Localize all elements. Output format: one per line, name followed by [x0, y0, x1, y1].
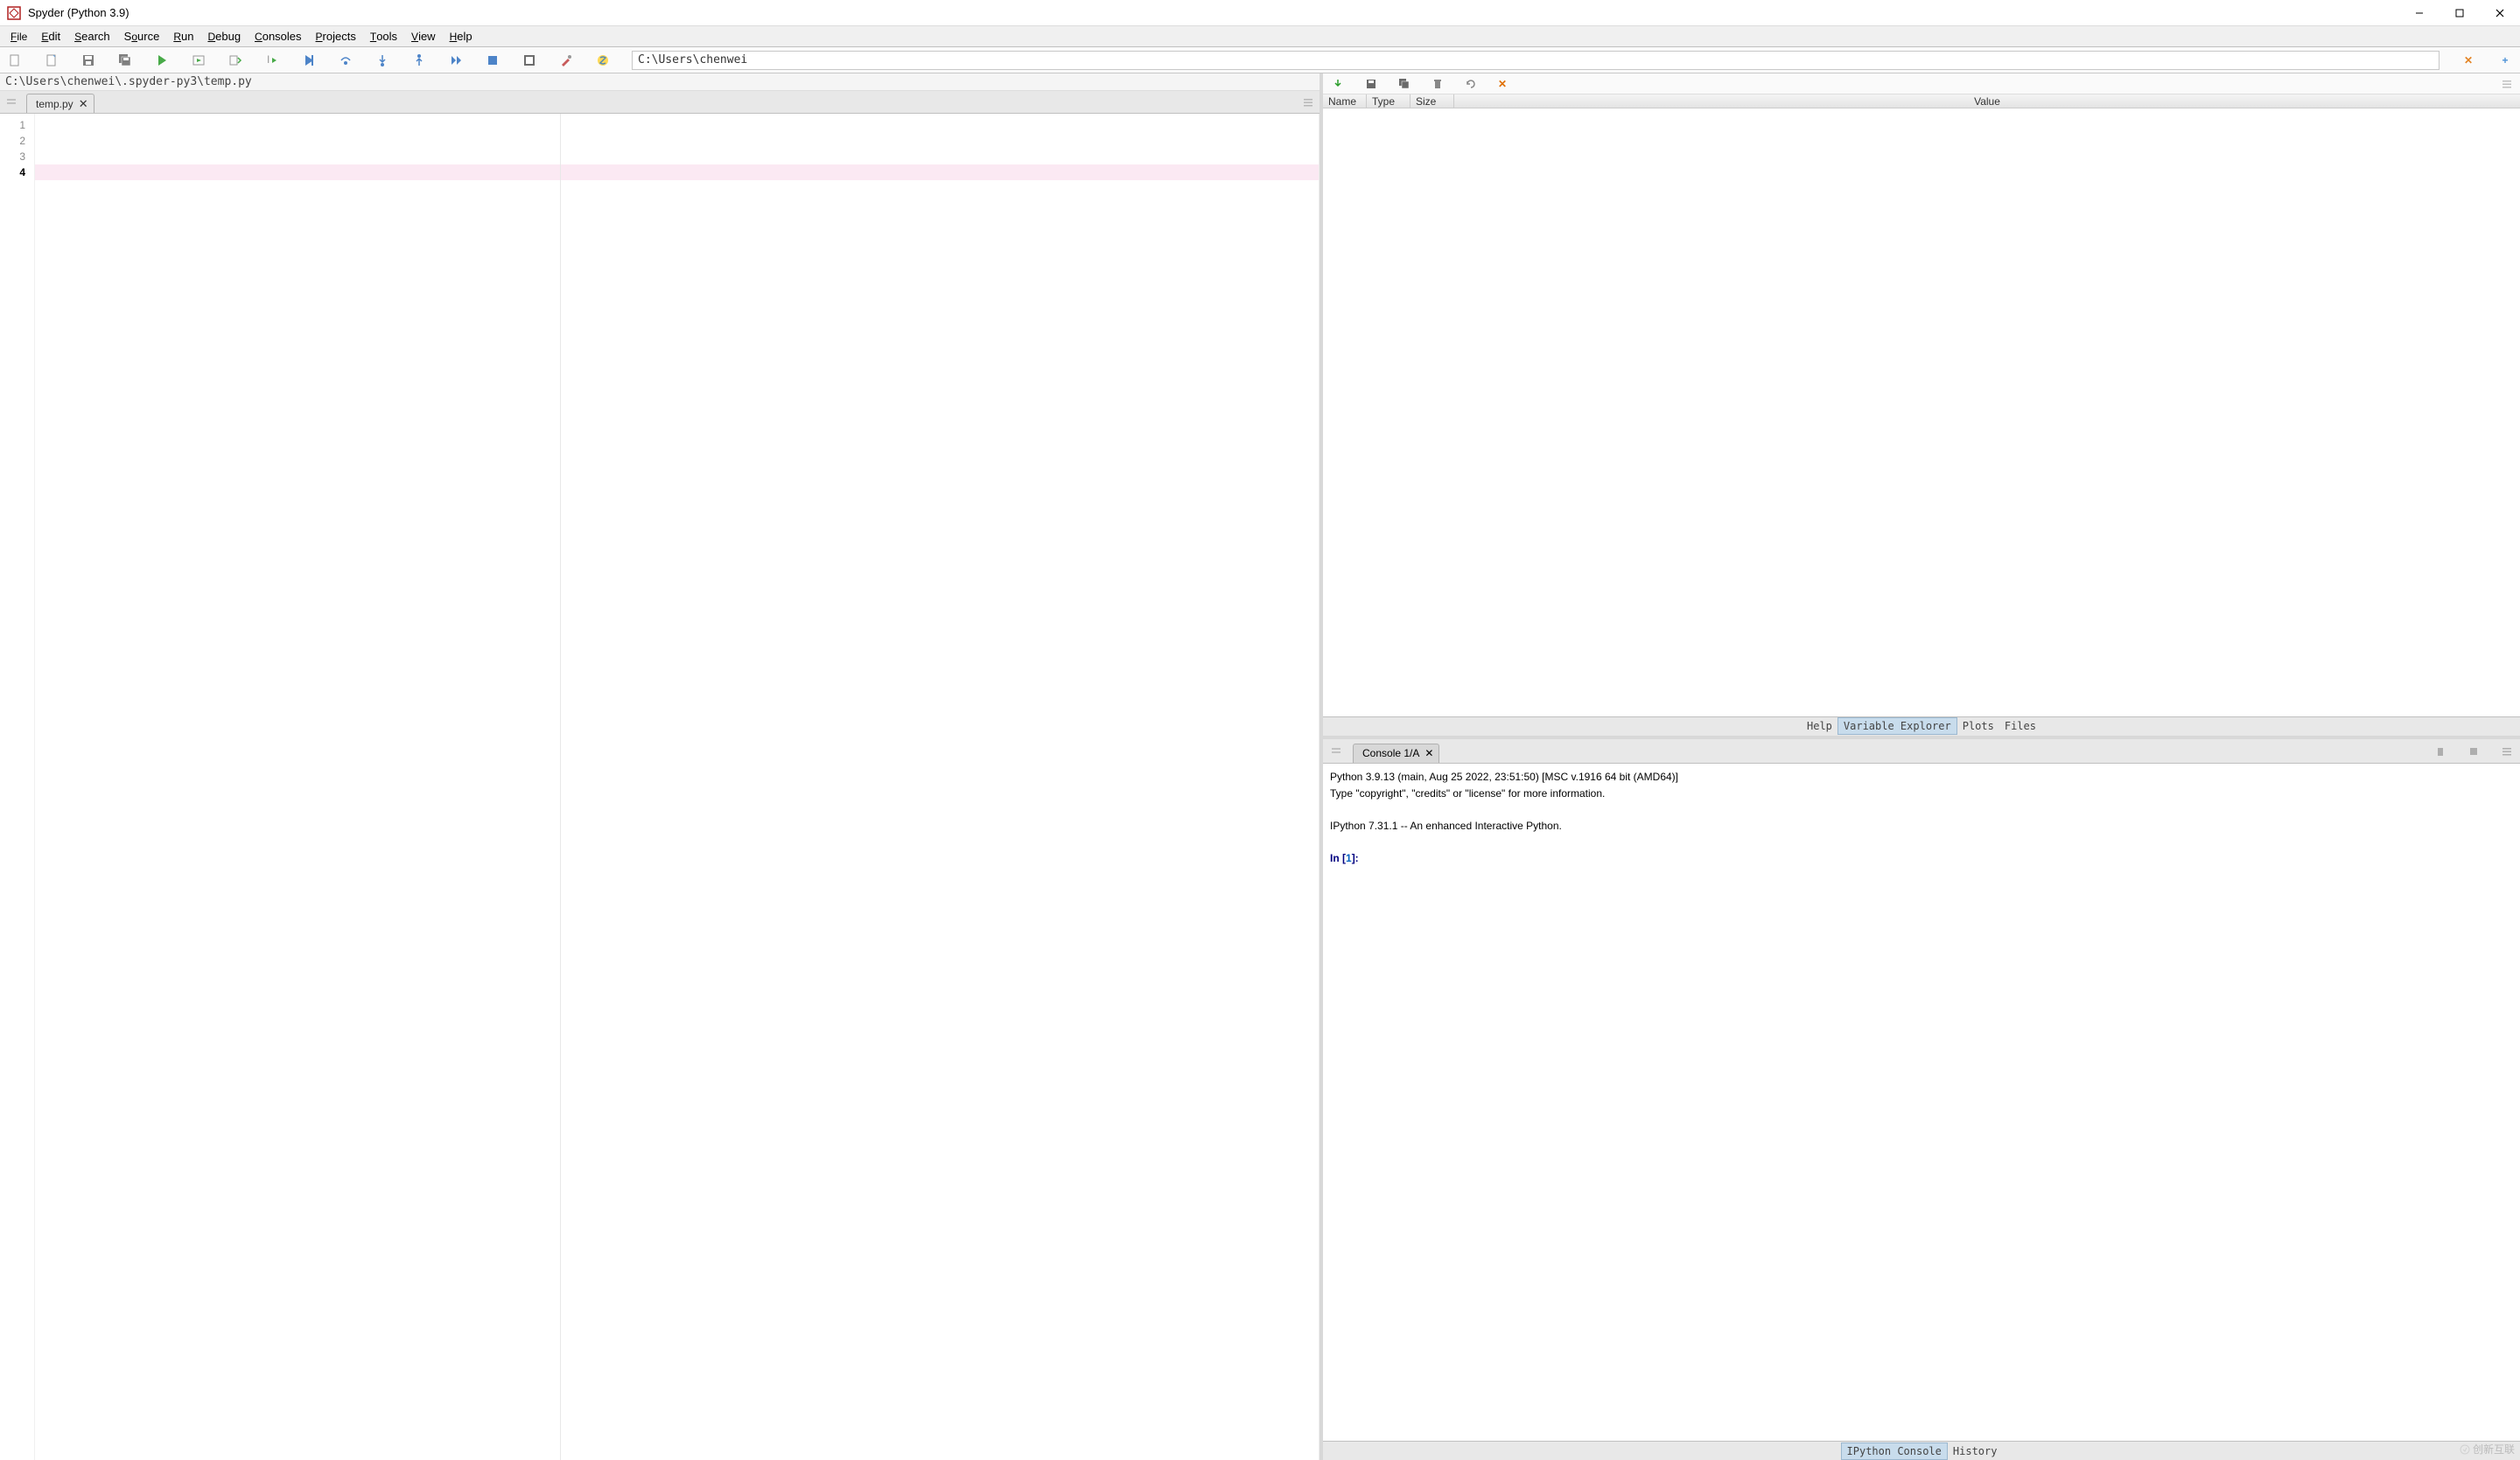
path-add-icon[interactable]: +: [2497, 52, 2513, 68]
console-output[interactable]: Python 3.9.13 (main, Aug 25 2022, 23:51:…: [1323, 764, 2520, 1441]
debug-step-in-icon[interactable]: [374, 52, 390, 68]
code-ruler: [560, 114, 561, 1460]
varexp-table-body: [1323, 108, 2520, 716]
console-bottom-tabs: IPython Console History: [1323, 1441, 2520, 1460]
line-number: 3: [0, 149, 25, 164]
new-file-icon[interactable]: [7, 52, 23, 68]
console-options-icon[interactable]: [2501, 745, 2513, 758]
console-prompt-in: In [: [1330, 852, 1346, 864]
menu-file[interactable]: File: [4, 27, 34, 45]
console-pane: Console 1/A ✕ Python 3.9.13 (main, Aug 2…: [1323, 739, 2520, 1460]
varexp-toolbar: ✕: [1323, 73, 2520, 94]
console-tab[interactable]: Console 1/A ✕: [1353, 744, 1439, 763]
path-close-icon[interactable]: ✕: [2460, 52, 2476, 68]
python-path-icon[interactable]: [595, 52, 611, 68]
menu-run[interactable]: Run: [166, 27, 200, 45]
editor-file-path: C:\Users\chenwei\.spyder-py3\temp.py: [0, 73, 1320, 91]
window-title: Spyder (Python 3.9): [28, 6, 130, 19]
code-line: [35, 133, 1319, 149]
save-all-icon[interactable]: [117, 52, 133, 68]
working-dir-input[interactable]: [632, 51, 2440, 70]
tab-help[interactable]: Help: [1802, 718, 1838, 734]
tab-label: temp.py: [36, 98, 74, 110]
refresh-vars-icon[interactable]: [1465, 78, 1477, 90]
right-pane: ✕ Name ▲ Type Size Value Help Variable E…: [1323, 73, 2520, 1460]
debug-continue-icon[interactable]: [448, 52, 464, 68]
tab-plots[interactable]: Plots: [1957, 718, 1999, 734]
menu-view[interactable]: View: [404, 27, 443, 45]
console-tab-label: Console 1/A: [1362, 747, 1419, 759]
debug-step-icon[interactable]: [338, 52, 354, 68]
remove-vars-icon[interactable]: [1432, 78, 1444, 90]
menu-debug[interactable]: Debug: [200, 27, 248, 45]
run-cell-icon[interactable]: [191, 52, 206, 68]
watermark: 创新互联: [2460, 1442, 2515, 1457]
code-area[interactable]: [35, 114, 1319, 1460]
console-prompt-num: 1: [1346, 852, 1352, 864]
right-top-pane-tabs: Help Variable Explorer Plots Files: [1323, 716, 2520, 736]
minimize-button[interactable]: [2399, 0, 2440, 26]
col-size[interactable]: Size: [1410, 94, 1454, 108]
menu-search[interactable]: Search: [67, 27, 117, 45]
tab-files[interactable]: Files: [1999, 718, 2041, 734]
col-value[interactable]: Value: [1454, 94, 2520, 108]
menu-help[interactable]: Help: [443, 27, 480, 45]
svg-text:I: I: [267, 53, 270, 66]
tab-ipython-console[interactable]: IPython Console: [1841, 1443, 1948, 1460]
interrupt-kernel-icon[interactable]: [2434, 745, 2446, 758]
run-selection-icon[interactable]: I: [264, 52, 280, 68]
save-data-as-icon[interactable]: [1398, 78, 1410, 90]
editor-tabbar: temp.py ✕: [0, 91, 1320, 114]
main-area: C:\Users\chenwei\.spyder-py3\temp.py tem…: [0, 73, 2520, 1460]
menubar: File Edit Search Source Run Debug Consol…: [0, 26, 2520, 47]
debug-icon[interactable]: [301, 52, 317, 68]
editor-pane: C:\Users\chenwei\.spyder-py3\temp.py tem…: [0, 73, 1323, 1460]
open-file-icon[interactable]: [44, 52, 60, 68]
maximize-button[interactable]: [2440, 0, 2480, 26]
col-type[interactable]: Type: [1367, 94, 1410, 108]
console-browse-tabs-icon[interactable]: [1330, 745, 1342, 758]
code-line: [35, 117, 1319, 133]
save-icon[interactable]: [80, 52, 96, 68]
stop-kernel-icon[interactable]: [2468, 745, 2480, 758]
spyder-app-icon: [7, 6, 21, 20]
console-tabbar: Console 1/A ✕: [1323, 739, 2520, 764]
menu-tools[interactable]: Tools: [363, 27, 404, 45]
app-window: Spyder (Python 3.9) File Edit Search Sou…: [0, 0, 2520, 1460]
line-number-current: 4: [0, 164, 25, 180]
line-gutter: 1 2 3 4: [0, 114, 35, 1460]
editor-tab-temp[interactable]: temp.py ✕: [26, 94, 94, 113]
remove-all-icon[interactable]: ✕: [1498, 78, 1510, 90]
varexp-table-header: Name ▲ Type Size Value: [1323, 94, 2520, 108]
preferences-icon[interactable]: [558, 52, 574, 68]
line-number: 2: [0, 133, 25, 149]
tab-variable-explorer[interactable]: Variable Explorer: [1838, 717, 1957, 735]
tab-history[interactable]: History: [1948, 1443, 2003, 1459]
debug-stop-icon[interactable]: [485, 52, 500, 68]
save-data-icon[interactable]: [1365, 78, 1377, 90]
run-cell-advance-icon[interactable]: [228, 52, 243, 68]
close-button[interactable]: [2480, 0, 2520, 26]
varexp-options-icon[interactable]: [2501, 78, 2513, 90]
debug-step-out-icon[interactable]: [411, 52, 427, 68]
import-data-icon[interactable]: [1332, 78, 1344, 90]
tab-close-icon[interactable]: ✕: [79, 97, 88, 111]
variable-explorer-pane: ✕ Name ▲ Type Size Value Help Variable E…: [1323, 73, 2520, 739]
line-number: 1: [0, 117, 25, 133]
editor-body[interactable]: 1 2 3 4: [0, 114, 1320, 1460]
editor-options-icon[interactable]: [1302, 96, 1314, 108]
maximize-pane-icon[interactable]: [522, 52, 537, 68]
col-name[interactable]: Name ▲: [1323, 94, 1367, 108]
titlebar: Spyder (Python 3.9): [0, 0, 2520, 26]
menu-projects[interactable]: Projects: [309, 27, 363, 45]
code-line: [35, 149, 1319, 164]
menu-consoles[interactable]: Consoles: [248, 27, 308, 45]
run-icon[interactable]: [154, 52, 170, 68]
browse-tabs-icon[interactable]: [5, 96, 18, 108]
main-toolbar: I ✕ +: [0, 47, 2520, 73]
menu-source[interactable]: Source: [117, 27, 167, 45]
menu-edit[interactable]: Edit: [34, 27, 67, 45]
console-tab-close-icon[interactable]: ✕: [1424, 747, 1433, 759]
code-line-current: [35, 164, 1319, 180]
